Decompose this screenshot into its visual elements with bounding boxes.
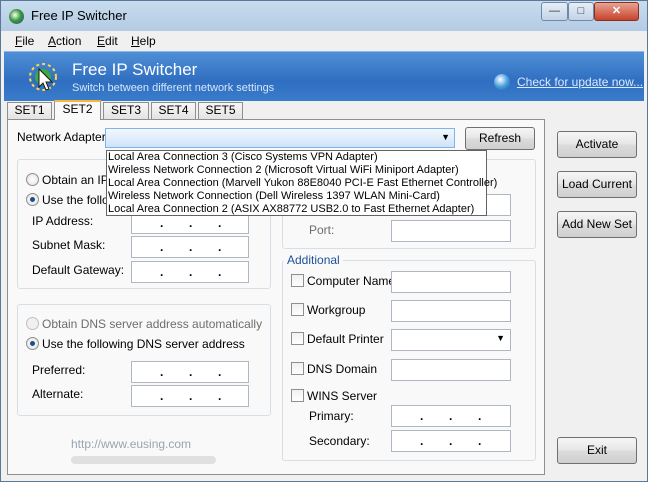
- banner-subtitle: Switch between different network setting…: [72, 82, 275, 94]
- add-new-set-button[interactable]: Add New Set: [557, 211, 637, 238]
- header-banner: Free IP Switcher Switch between differen…: [4, 51, 644, 101]
- tab-set5[interactable]: SET5: [198, 102, 243, 119]
- wins-server-label: WINS Server: [307, 389, 378, 403]
- chevron-down-icon: ▼: [496, 333, 505, 343]
- dns-domain-label: DNS Domain: [307, 362, 378, 376]
- refresh-button[interactable]: Refresh: [465, 127, 535, 150]
- network-adapter-label: Network Adapter:: [17, 130, 110, 144]
- alternate-dns-label: Alternate:: [32, 387, 84, 401]
- exit-button[interactable]: Exit: [557, 437, 637, 464]
- globe-icon: [494, 74, 510, 90]
- adapter-option[interactable]: Local Area Connection 3 (Cisco Systems V…: [108, 151, 378, 164]
- load-current-button[interactable]: Load Current: [557, 171, 637, 198]
- adapter-option[interactable]: Local Area Connection (Marvell Yukon 88E…: [108, 177, 497, 190]
- workgroup-label: Workgroup: [307, 303, 366, 317]
- wins-primary-label: Primary:: [309, 409, 354, 423]
- adapter-option[interactable]: Wireless Network Connection (Dell Wirele…: [108, 190, 440, 203]
- app-icon: [9, 9, 24, 24]
- maximize-button[interactable]: □: [568, 2, 594, 21]
- computer-name-checkbox[interactable]: [291, 274, 304, 287]
- adapter-option[interactable]: Local Area Connection 2 (ASIX AX88772 US…: [108, 203, 474, 216]
- workgroup-field[interactable]: [391, 300, 511, 322]
- chevron-down-icon: ▼: [441, 132, 450, 142]
- use-following-dns-radio[interactable]: [26, 337, 39, 350]
- network-adapter-dropdown: Local Area Connection 3 (Cisco Systems V…: [106, 150, 497, 216]
- additional-title: Additional: [284, 253, 343, 267]
- tab-set3[interactable]: SET3: [103, 102, 149, 119]
- menu-help[interactable]: Help: [131, 34, 156, 48]
- obtain-dns-auto-radio[interactable]: [26, 317, 39, 330]
- workgroup-checkbox[interactable]: [291, 303, 304, 316]
- dns-domain-field[interactable]: [391, 359, 511, 381]
- wins-server-checkbox[interactable]: [291, 389, 304, 402]
- app-window: Free IP Switcher — □ ✕ File Action Edit …: [0, 0, 648, 482]
- menu-edit[interactable]: Edit: [97, 34, 118, 48]
- close-button[interactable]: ✕: [594, 2, 639, 21]
- menu-bar: File Action Edit Help: [1, 31, 647, 51]
- title-bar[interactable]: Free IP Switcher — □ ✕: [1, 1, 647, 31]
- wins-primary-field[interactable]: ...: [391, 405, 511, 427]
- minimize-button[interactable]: —: [541, 2, 568, 21]
- subnet-mask-label: Subnet Mask:: [32, 238, 106, 252]
- proxy-port-label: Port:: [309, 223, 335, 237]
- website-watermark: http://www.eusing.com: [71, 437, 192, 451]
- alternate-dns-field[interactable]: ...: [131, 385, 249, 407]
- banner-title: Free IP Switcher: [72, 60, 198, 79]
- default-gateway-label: Default Gateway:: [32, 263, 125, 277]
- tab-set2[interactable]: SET2: [54, 100, 101, 120]
- tab-set4[interactable]: SET4: [151, 102, 196, 119]
- network-adapter-select[interactable]: ▼: [105, 128, 455, 148]
- ip-address-label: IP Address:: [32, 214, 94, 228]
- obtain-dns-auto-label: Obtain DNS server address automatically: [42, 317, 263, 331]
- default-printer-checkbox[interactable]: [291, 332, 304, 345]
- wins-secondary-label: Secondary:: [309, 434, 370, 448]
- menu-action[interactable]: Action: [48, 34, 81, 48]
- computer-name-label: Computer Name: [307, 274, 396, 288]
- window-title: Free IP Switcher: [31, 8, 127, 23]
- watermark-reflection: [71, 456, 216, 464]
- tab-set1[interactable]: SET1: [7, 102, 52, 119]
- preferred-dns-field[interactable]: ...: [131, 361, 249, 383]
- check-update-link[interactable]: Check for update now...: [517, 75, 643, 89]
- computer-name-field[interactable]: [391, 271, 511, 293]
- default-printer-select[interactable]: ▼: [391, 329, 511, 351]
- proxy-port-field[interactable]: [391, 220, 511, 242]
- use-following-ip-label: Use the follo: [42, 193, 109, 207]
- obtain-ip-auto-label: Obtain an IP: [42, 173, 109, 187]
- preferred-dns-label: Preferred:: [32, 363, 86, 377]
- default-printer-label: Default Printer: [307, 332, 384, 346]
- adapter-option[interactable]: Wireless Network Connection 2 (Microsoft…: [108, 164, 459, 177]
- subnet-mask-field[interactable]: ...: [131, 236, 249, 258]
- default-gateway-field[interactable]: ...: [131, 261, 249, 283]
- dns-domain-checkbox[interactable]: [291, 362, 304, 375]
- cursor-logo-icon: [29, 63, 57, 91]
- use-following-dns-label: Use the following DNS server address: [42, 337, 245, 351]
- menu-file[interactable]: File: [15, 34, 34, 48]
- obtain-ip-auto-radio[interactable]: [26, 173, 39, 186]
- wins-secondary-field[interactable]: ...: [391, 430, 511, 452]
- use-following-ip-radio[interactable]: [26, 193, 39, 206]
- activate-button[interactable]: Activate: [557, 131, 637, 158]
